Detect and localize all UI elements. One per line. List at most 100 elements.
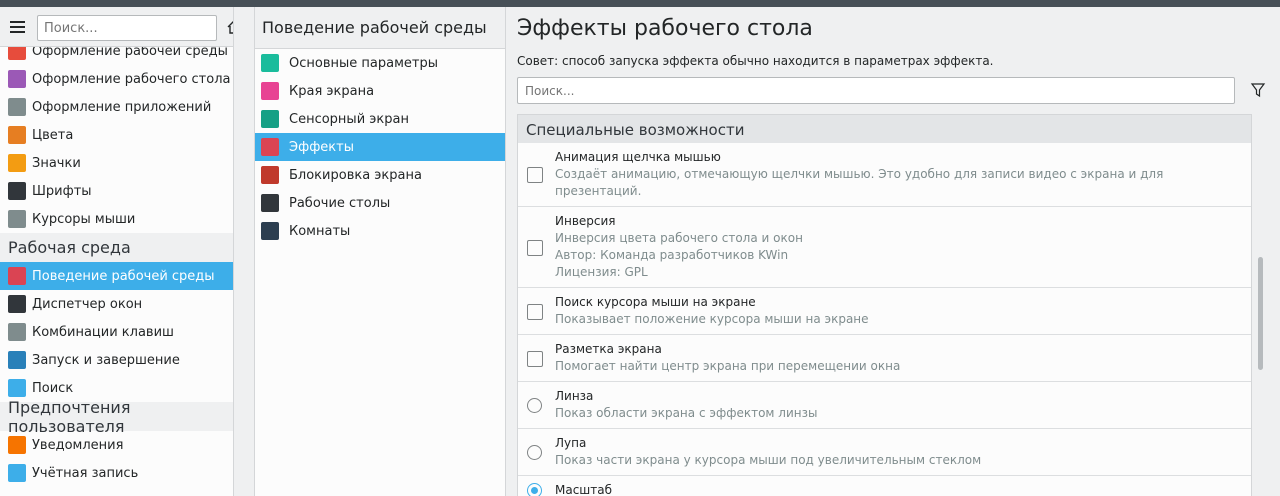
effect-description: Показ области экрана с эффектом линзы xyxy=(555,406,818,420)
effect-description: Показывает положение курсора мыши на экр… xyxy=(555,312,869,326)
window-titlebar xyxy=(0,0,1280,7)
effect-description: Инверсия цвета рабочего стола и окон xyxy=(555,231,803,245)
touchscreen-icon xyxy=(261,110,279,128)
effect-name: Инверсия xyxy=(555,214,616,228)
shortcuts-icon xyxy=(8,323,26,341)
sidebar-item[interactable]: Поведение рабочей среды xyxy=(0,262,233,290)
sidebar-item[interactable]: Оформление приложений xyxy=(0,93,233,121)
sidebar-item-label: Оформление приложений xyxy=(32,99,212,115)
cursor-icon xyxy=(8,210,26,228)
effects-icon xyxy=(261,138,279,156)
category-header: Специальные возможности xyxy=(518,115,1251,143)
subcategory-item-label: Основные параметры xyxy=(289,55,438,71)
notifications-icon xyxy=(8,436,26,454)
effect-checkbox[interactable] xyxy=(527,240,543,256)
effect-name: Линза xyxy=(555,389,594,403)
effect-row: Лупа Показ части экрана у курсора мыши по… xyxy=(518,429,1251,476)
subcategory-item-label: Эффекты xyxy=(289,139,354,155)
virtual-desktops-icon xyxy=(261,194,279,212)
sidebar-section-header: Предпочтения пользователя xyxy=(0,398,233,436)
colors-icon xyxy=(8,126,26,144)
sidebar-search-input[interactable] xyxy=(37,15,217,41)
activities-icon xyxy=(261,222,279,240)
app-style-icon xyxy=(8,98,26,116)
sidebar-item-label: Запуск и завершение xyxy=(32,352,180,368)
sidebar-item[interactable]: Комбинации клавиш xyxy=(0,318,233,346)
subcategory-panel: Поведение рабочей среды Основные парамет… xyxy=(254,7,506,496)
subcategory-item[interactable]: Рабочие столы xyxy=(255,189,505,217)
sidebar-item-label: Оформление рабочего стола xyxy=(32,71,231,87)
subcategory-item-label: Блокировка экрана xyxy=(289,167,422,183)
sidebar-item-label: Комбинации клавиш xyxy=(32,324,174,340)
subcategory-item-label: Края экрана xyxy=(289,83,375,99)
subcategory-title: Поведение рабочей среды xyxy=(255,7,505,49)
effect-row: Поиск курсора мыши на экране Показывает п… xyxy=(518,288,1251,335)
subcategory-list: Основные параметры Края экрана Сенсорный э… xyxy=(255,49,505,245)
effect-name: Лупа xyxy=(555,436,587,450)
effect-row: Анимация щелчка мышью Создаёт анимацию, о… xyxy=(518,143,1251,207)
effect-radio[interactable] xyxy=(527,398,542,413)
sidebar-item[interactable]: Шрифты xyxy=(0,177,233,205)
effect-name: Анимация щелчка мышью xyxy=(555,150,721,164)
sidebar-item[interactable]: Цвета xyxy=(0,121,233,149)
home-icon[interactable] xyxy=(226,19,234,35)
hint-text: Совет: способ запуска эффекта обычно нах… xyxy=(517,54,994,68)
sidebar-item-label: Поведение рабочей среды xyxy=(32,268,215,284)
startup-icon xyxy=(8,351,26,369)
workspace-behavior-icon xyxy=(8,267,26,285)
sidebar-item[interactable]: Учётная запись xyxy=(0,459,233,487)
subcategory-item[interactable]: Комнаты xyxy=(255,217,505,245)
filter-icon[interactable] xyxy=(1250,82,1266,98)
subcategory-item-label: Рабочие столы xyxy=(289,195,391,211)
screen-edges-icon xyxy=(261,82,279,100)
subcategory-item-label: Комнаты xyxy=(289,223,351,239)
subcategory-item[interactable]: Блокировка экрана xyxy=(255,161,505,189)
effect-checkbox[interactable] xyxy=(527,351,543,367)
effect-row: Линза Показ области экрана с эффектом лин… xyxy=(518,382,1251,429)
window-manager-icon xyxy=(8,295,26,313)
effects-page: Эффекты рабочего стола Совет: способ зап… xyxy=(507,7,1280,496)
effect-description: Показ части экрана у курсора мыши под ув… xyxy=(555,453,982,467)
subcategory-item[interactable]: Края экрана xyxy=(255,77,505,105)
desktop-theme-icon xyxy=(8,70,26,88)
sidebar-item[interactable]: Значки xyxy=(0,149,233,177)
effect-name: Масштаб xyxy=(555,483,613,496)
sidebar-item-label: Уведомления xyxy=(32,437,124,453)
sidebar-item-label: Поиск xyxy=(32,380,74,396)
general-icon xyxy=(261,54,279,72)
effect-name: Разметка экрана xyxy=(555,342,662,356)
sidebar-toolbar xyxy=(0,7,234,47)
lock-screen-icon xyxy=(261,166,279,184)
sidebar-item-label: Шрифты xyxy=(32,183,92,199)
subcategory-item-label: Сенсорный экран xyxy=(289,111,409,127)
effect-description: Создаёт анимацию, отмечающую щелчки мышь… xyxy=(555,167,1164,198)
effect-row: Разметка экрана Помогает найти центр экра… xyxy=(518,335,1251,382)
effect-name: Поиск курсора мыши на экране xyxy=(555,295,756,309)
effect-description: Автор: Команда разработчиков KWin xyxy=(555,248,789,262)
sidebar-item-label: Курсоры мыши xyxy=(32,211,136,227)
sidebar-item[interactable]: Курсоры мыши xyxy=(0,205,233,233)
subcategory-item[interactable]: Основные параметры xyxy=(255,49,505,77)
fonts-icon xyxy=(8,182,26,200)
sidebar-item[interactable]: Запуск и завершение xyxy=(0,346,233,374)
effect-row: Масштаб xyxy=(518,476,1251,496)
effects-search-input[interactable] xyxy=(517,77,1235,104)
sidebar-item[interactable]: Оформление рабочего стола xyxy=(0,65,233,93)
account-icon xyxy=(8,464,26,482)
sidebar: Оформление рабочей среды Оформление рабоч… xyxy=(0,7,234,496)
effect-description: Лицензия: GPL xyxy=(555,265,648,279)
effect-radio[interactable] xyxy=(527,483,542,496)
sidebar-item-label: Диспетчер окон xyxy=(32,296,143,312)
sidebar-item[interactable]: Диспетчер окон xyxy=(0,290,233,318)
sidebar-list: Оформление рабочей среды Оформление рабоч… xyxy=(0,37,233,487)
search-icon xyxy=(8,379,26,397)
subcategory-item[interactable]: Сенсорный экран xyxy=(255,105,505,133)
effects-scrollbar[interactable] xyxy=(1258,257,1263,370)
hamburger-menu-icon[interactable] xyxy=(10,21,25,33)
sidebar-item-label: Цвета xyxy=(32,127,74,143)
effect-radio[interactable] xyxy=(527,445,542,460)
effect-checkbox[interactable] xyxy=(527,167,543,183)
effect-checkbox[interactable] xyxy=(527,304,543,320)
subcategory-item[interactable]: Эффекты xyxy=(255,133,505,161)
effect-row: Инверсия Инверсия цвета рабочего стола и … xyxy=(518,207,1251,288)
